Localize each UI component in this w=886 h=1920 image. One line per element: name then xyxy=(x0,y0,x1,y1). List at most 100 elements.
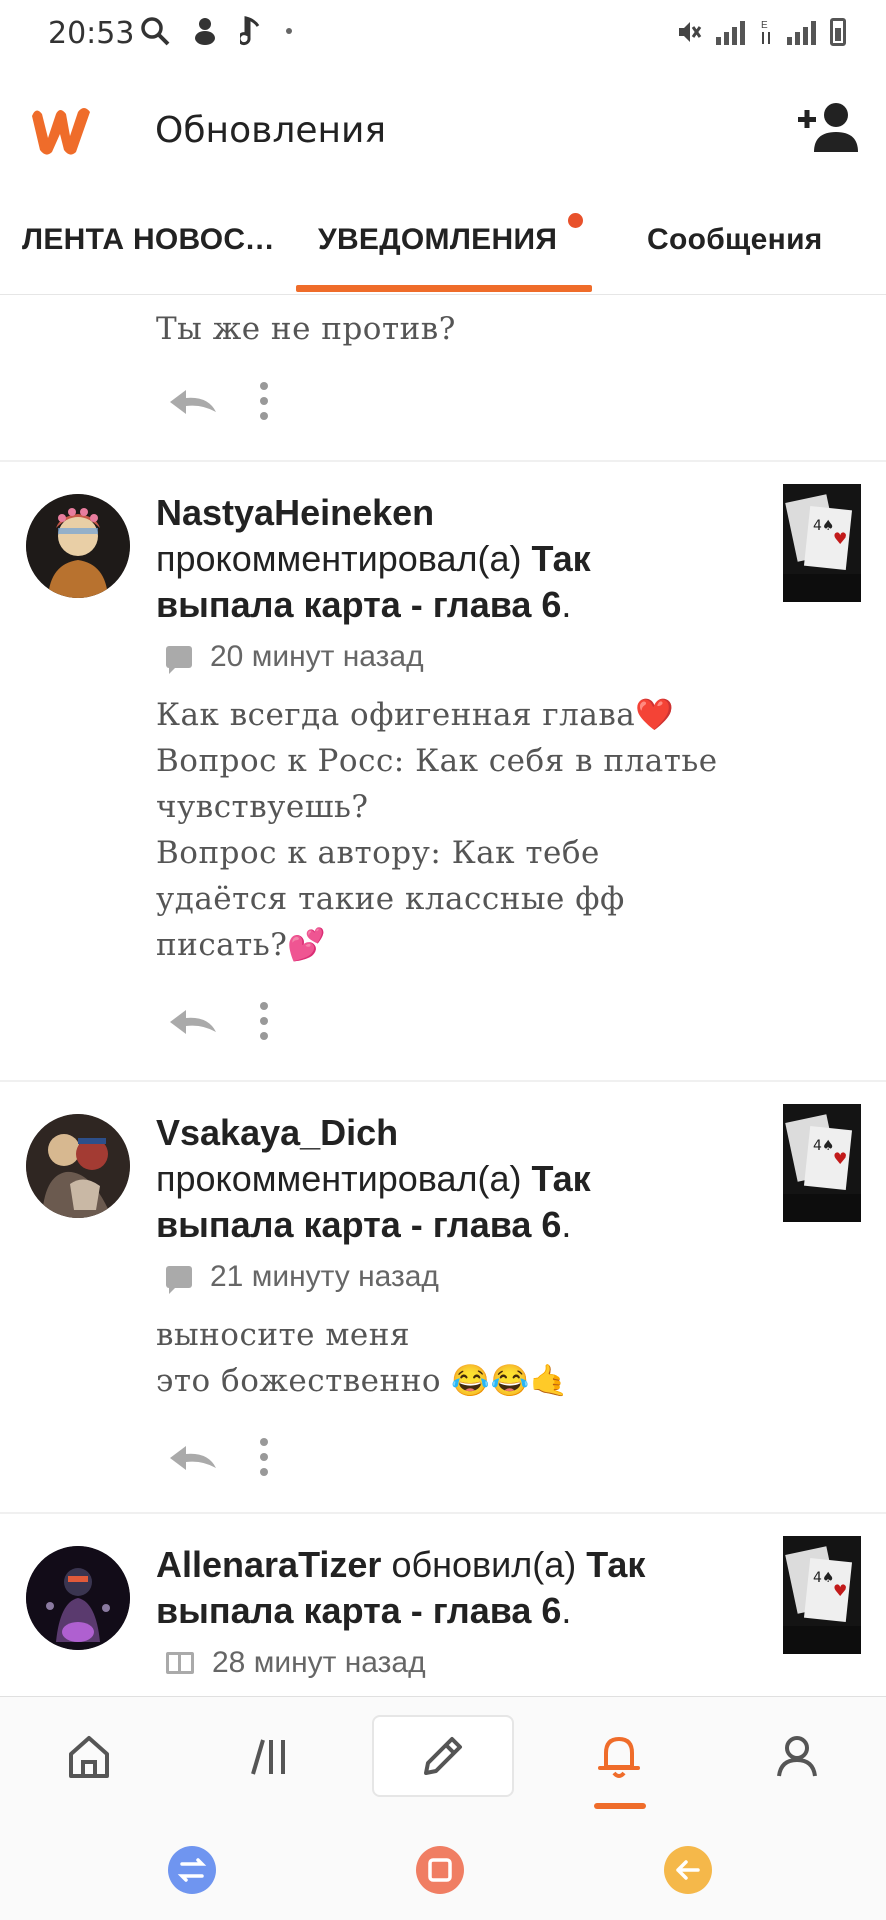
unread-dot xyxy=(568,213,583,228)
notification-text[interactable]: AllenaraTizer обновил(а) Так выпала карт… xyxy=(156,1542,736,1634)
more-icon[interactable] xyxy=(260,382,270,420)
comment-line: чувствуешь? xyxy=(156,789,369,825)
nav-write[interactable] xyxy=(372,1715,514,1797)
tab-notifications[interactable]: УВЕДОМЛЕНИЯ xyxy=(318,223,557,257)
comment-icon xyxy=(166,1266,192,1294)
time-row: 28 минут назад xyxy=(166,1646,426,1680)
timestamp: 28 минут назад xyxy=(212,1646,426,1679)
battery-icon xyxy=(830,18,846,46)
story-cover[interactable]: 4♠ ♥ xyxy=(783,1536,861,1654)
comment-line: это божественно 😂😂🤙 xyxy=(156,1363,569,1399)
tab-news-feed[interactable]: ЛЕНТА НОВОСТЕЙ xyxy=(22,223,277,257)
square-icon xyxy=(428,1858,452,1882)
comment-actions xyxy=(166,1002,270,1040)
wattpad-logo-icon[interactable] xyxy=(26,102,96,158)
nav-library[interactable] xyxy=(234,1721,304,1791)
time-row: 20 минут назад xyxy=(166,640,424,674)
music-note-icon xyxy=(240,16,260,46)
book-icon xyxy=(166,1652,194,1674)
nav-profile[interactable] xyxy=(762,1721,832,1791)
notification-card: Vsakaya_Dich прокомментировал(а) Так вып… xyxy=(0,1080,886,1512)
more-icon[interactable] xyxy=(260,1002,270,1040)
punctuation: . xyxy=(561,584,572,625)
comment-actions xyxy=(166,1438,270,1476)
dot-icon xyxy=(286,28,292,34)
svg-text:E: E xyxy=(761,20,768,31)
cut-off-line xyxy=(156,296,456,306)
comment-line: Как всегда офигенная глава❤️ xyxy=(156,697,675,733)
punctuation: . xyxy=(561,1590,572,1631)
library-icon xyxy=(251,1739,285,1775)
home-button[interactable] xyxy=(416,1846,464,1894)
recents-icon xyxy=(177,1858,207,1882)
back-button[interactable] xyxy=(664,1846,712,1894)
add-user-icon[interactable] xyxy=(796,100,858,154)
svg-text:4♠: 4♠ xyxy=(813,1138,834,1154)
status-bar: 20:53 E xyxy=(0,0,886,70)
svg-text:♥: ♥ xyxy=(833,529,847,548)
notification-text[interactable]: NastyaHeineken прокомментировал(а) Так в… xyxy=(156,490,736,628)
punctuation: . xyxy=(561,1204,572,1245)
partial-comment: Ты же не против? xyxy=(156,296,456,352)
screen: 20:53 E Обновления ЛЕНТА НОВОСТЕЙ xyxy=(0,0,886,1920)
avatar[interactable] xyxy=(26,1546,130,1650)
page-title: Обновления xyxy=(155,110,387,151)
svg-text:♥: ♥ xyxy=(833,1149,847,1168)
story-cover[interactable]: 4♠ ♥ xyxy=(783,1104,861,1222)
active-tab-indicator xyxy=(296,285,592,292)
home-icon xyxy=(69,1736,109,1778)
status-icons xyxy=(140,16,294,46)
bell-icon xyxy=(598,1737,640,1778)
comment-line: Ты же не против? xyxy=(156,311,456,347)
comment-line: удаётся такие классные фф xyxy=(156,881,625,917)
bottom-nav xyxy=(0,1696,886,1816)
data-arrows-icon: E xyxy=(761,20,770,44)
comment-body: выносите меня это божественно 😂😂🤙 xyxy=(156,1312,856,1404)
notification-text[interactable]: Vsakaya_Dich прокомментировал(а) Так вып… xyxy=(156,1110,736,1248)
status-time: 20:53 xyxy=(48,16,135,51)
story-cover[interactable]: 4♠ ♥ xyxy=(783,484,861,602)
action-text: прокомментировал(а) xyxy=(156,538,522,579)
system-nav xyxy=(0,1816,886,1920)
back-arrow-icon xyxy=(676,1860,700,1880)
nav-notifications[interactable] xyxy=(584,1721,654,1791)
nav-home[interactable] xyxy=(54,1721,124,1791)
notification-card: AllenaraTizer обновил(а) Так выпала карт… xyxy=(0,1512,886,1696)
app-notification-icon xyxy=(195,18,215,45)
svg-text:4♠: 4♠ xyxy=(813,1570,834,1586)
comment-icon xyxy=(166,646,192,674)
mute-icon xyxy=(679,22,702,42)
comment-line: Вопрос к Росс: Как себя в платье xyxy=(156,743,718,779)
reply-icon[interactable] xyxy=(166,386,220,416)
action-text: обновил(а) xyxy=(391,1544,577,1585)
comment-line: Вопрос к автору: Как тебе xyxy=(156,835,600,871)
recents-button[interactable] xyxy=(168,1846,216,1894)
reply-icon[interactable] xyxy=(166,1442,220,1472)
tab-bar: ЛЕНТА НОВОСТЕЙ УВЕДОМЛЕНИЯ Сообщения xyxy=(0,205,886,295)
username[interactable]: NastyaHeineken xyxy=(156,492,434,533)
timestamp: 21 минуту назад xyxy=(210,1260,439,1293)
timestamp: 20 минут назад xyxy=(210,640,424,673)
signal-icon-2 xyxy=(787,19,816,45)
comment-line: выносите меня xyxy=(156,1317,411,1353)
username[interactable]: AllenaraTizer xyxy=(156,1544,381,1585)
svg-text:♥: ♥ xyxy=(833,1581,847,1600)
pencil-icon xyxy=(424,1737,462,1775)
search-icon xyxy=(141,17,170,46)
avatar[interactable] xyxy=(26,494,130,598)
more-icon[interactable] xyxy=(260,1438,270,1476)
status-right: E xyxy=(676,18,846,46)
notification-list[interactable]: Ты же не против? NastyaHeineken прокомме… xyxy=(0,296,886,1696)
partial-actions xyxy=(166,382,270,420)
time-row: 21 минуту назад xyxy=(166,1260,439,1294)
username[interactable]: Vsakaya_Dich xyxy=(156,1112,398,1153)
active-nav-indicator xyxy=(594,1803,646,1809)
comment-body: Как всегда офигенная глава❤️ Вопрос к Ро… xyxy=(156,692,856,968)
avatar[interactable] xyxy=(26,1114,130,1218)
reply-icon[interactable] xyxy=(166,1006,220,1036)
profile-icon xyxy=(777,1736,817,1777)
comment-line: писать?💕 xyxy=(156,927,327,963)
action-text: прокомментировал(а) xyxy=(156,1158,522,1199)
app-bar: Обновления xyxy=(0,70,886,180)
tab-messages[interactable]: Сообщения xyxy=(647,223,823,257)
